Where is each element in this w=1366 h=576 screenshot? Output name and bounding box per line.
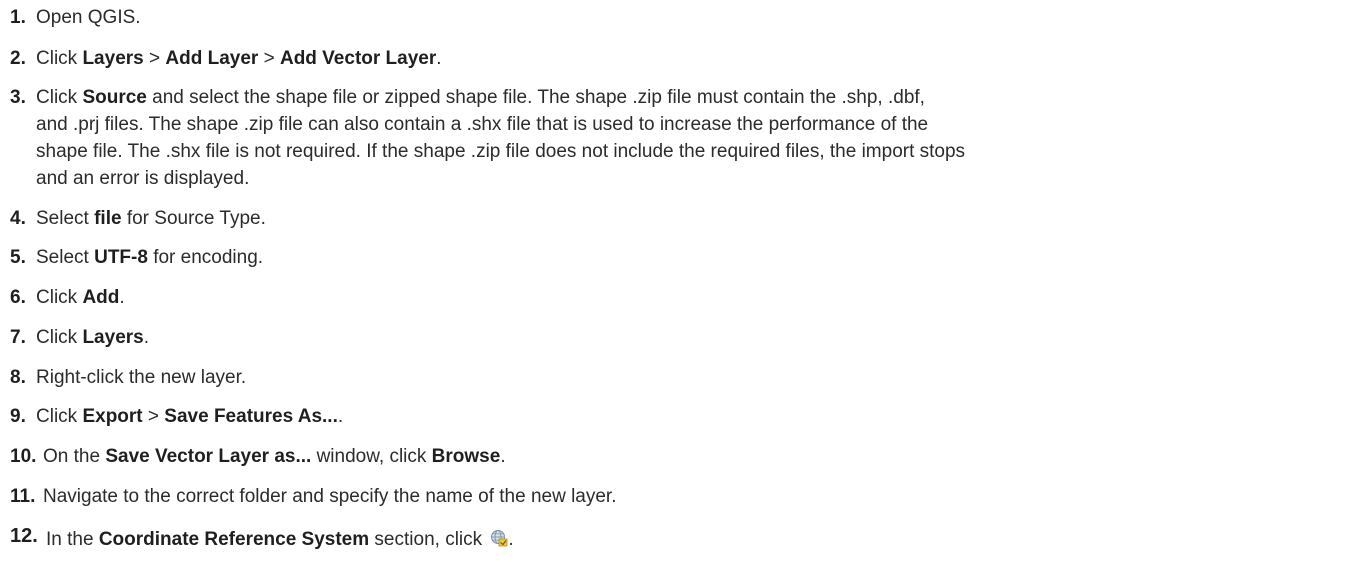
step-11: 11. Navigate to the correct folder and s… <box>10 483 1356 510</box>
ui-term: Coordinate Reference System <box>98 529 370 550</box>
step-number: 7. <box>10 327 26 348</box>
step-number: 6. <box>10 287 26 308</box>
step-2: 2. Click Layers > Add Layer > Add Vector… <box>10 45 1356 72</box>
step-text: Right-click the new layer. <box>36 367 247 388</box>
step-text: Click Export > Save Features As.... <box>36 406 344 427</box>
step-number: 5. <box>10 247 26 268</box>
step-4: 4. Select file for Source Type. <box>10 205 1356 232</box>
step-text: On the Save Vector Layer as... window, c… <box>43 446 506 467</box>
ui-term: UTF-8 <box>94 247 148 268</box>
step-text: Select file for Source Type. <box>36 208 266 229</box>
step-text: Click Source and select the shape file o… <box>36 87 966 189</box>
ui-term: Layers <box>82 327 144 348</box>
step-text: Click Layers > Add Layer > Add Vector La… <box>36 48 442 69</box>
step-number: 3. <box>10 87 26 108</box>
step-8: 8. Right-click the new layer. <box>10 364 1356 391</box>
step-number: 1. <box>10 7 26 28</box>
ui-term: file <box>94 208 122 229</box>
ui-term: Add <box>82 287 120 308</box>
step-text: Click Layers. <box>36 327 150 348</box>
step-text: Navigate to the correct folder and speci… <box>43 486 617 507</box>
ui-term: Add Vector Layer <box>279 48 437 69</box>
ui-term: Source <box>82 87 147 108</box>
ui-term: Save Vector Layer as... <box>105 446 312 467</box>
globe-crs-icon <box>490 528 508 547</box>
ui-term: Browse <box>431 446 501 467</box>
ui-term: Save Features As... <box>164 406 338 427</box>
step-9: 9. Click Export > Save Features As.... <box>10 403 1356 430</box>
ui-term: Add Layer <box>165 48 259 69</box>
step-text: Click Add. <box>36 287 125 308</box>
step-number: 12. <box>10 525 38 547</box>
step-1: 1. Open QGIS. <box>10 4 1356 31</box>
ui-term: Export <box>82 406 143 427</box>
step-number: 9. <box>10 406 26 427</box>
step-number: 8. <box>10 367 26 388</box>
step-number: 11. <box>10 486 36 507</box>
step-number: 10. <box>10 446 37 467</box>
step-7: 7. Click Layers. <box>10 324 1356 351</box>
step-text: Select UTF-8 for encoding. <box>36 247 264 268</box>
step-number: 4. <box>10 208 26 229</box>
step-text: In the Coordinate Reference System secti… <box>46 528 514 550</box>
step-10: 10. On the Save Vector Layer as... windo… <box>10 443 1356 470</box>
step-number: 2. <box>10 48 26 69</box>
step-12: 12. In the Coordinate Reference System s… <box>10 523 1356 553</box>
ui-term: Layers <box>82 48 144 69</box>
step-5: 5. Select UTF-8 for encoding. <box>10 244 1356 271</box>
step-3: 3. Click Source and select the shape fil… <box>10 84 1356 192</box>
step-6: 6. Click Add. <box>10 284 1356 311</box>
step-text: Open QGIS. <box>36 7 141 28</box>
